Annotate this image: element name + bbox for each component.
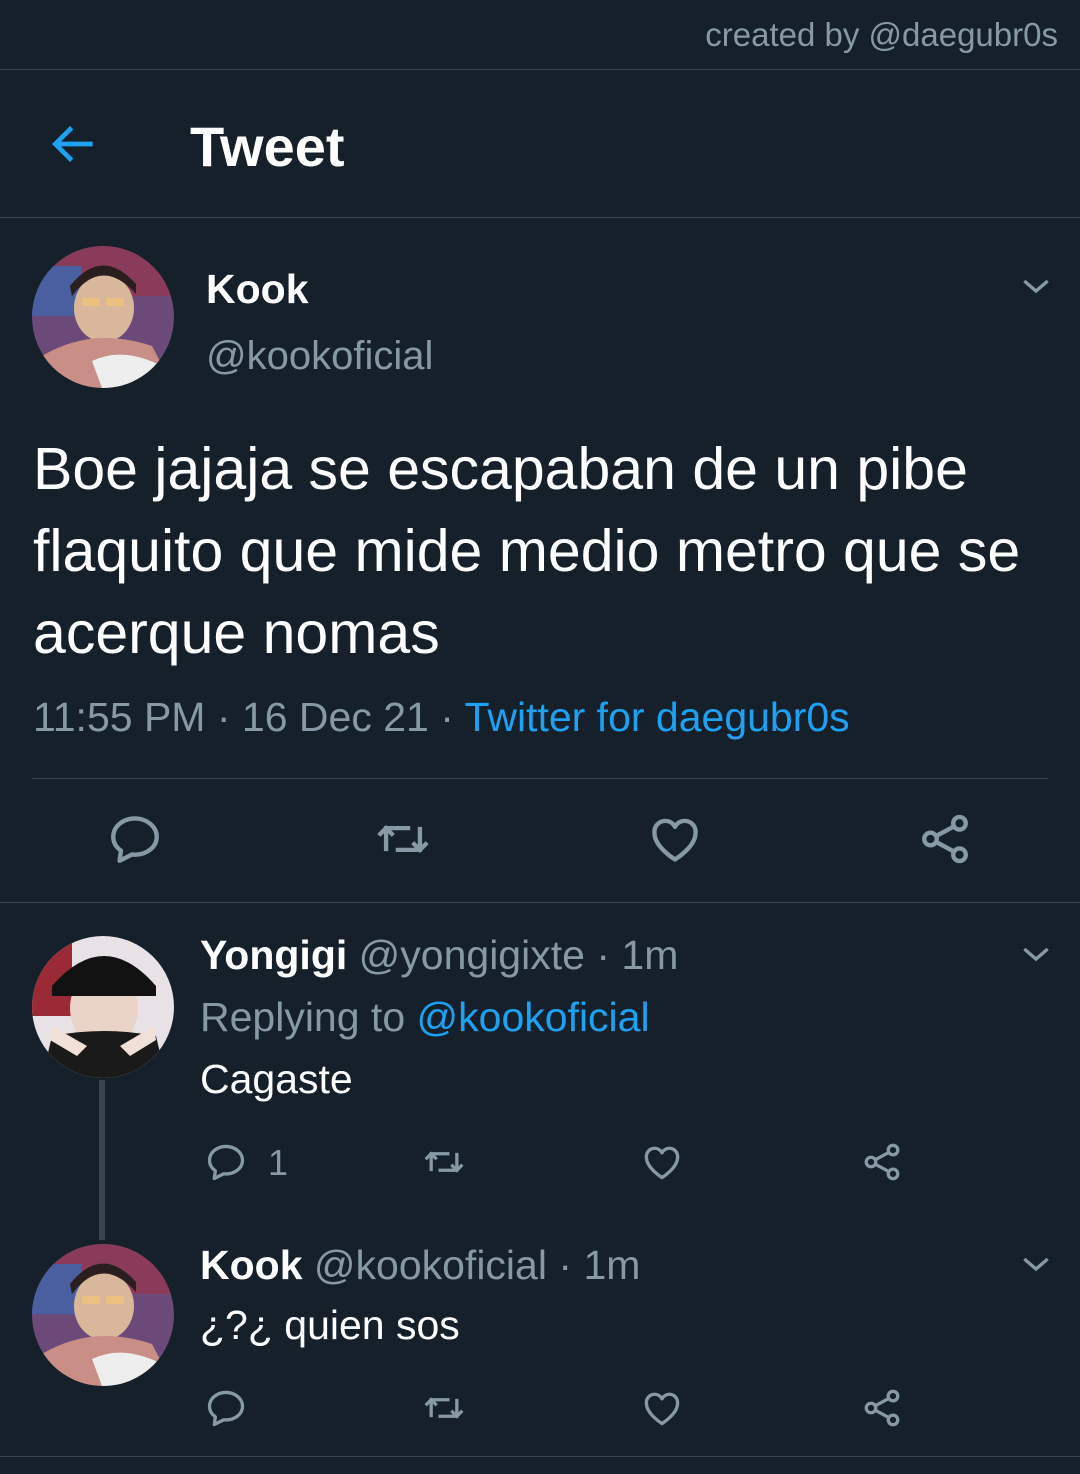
avatar-photo: [32, 246, 174, 388]
replying-prefix: Replying to: [200, 994, 406, 1040]
tweet-source-link[interactable]: Twitter for daegubr0s: [465, 694, 850, 740]
tweet-meta: 11:55 PM · 16 Dec 21 · Twitter for daegu…: [33, 694, 850, 741]
meta-separator: ·: [440, 694, 454, 740]
tweet-date: 16 Dec 21: [241, 694, 429, 740]
thread-line: [99, 1080, 105, 1240]
credit-bar: created by @daegubr0s: [0, 0, 1080, 70]
divider: [32, 778, 1048, 779]
retweet-icon[interactable]: [420, 1386, 468, 1430]
replying-to: Replying to @kookoficial: [200, 994, 650, 1041]
reply-text: Cagaste: [200, 1056, 353, 1102]
meta-separator: ·: [558, 1242, 573, 1288]
reply-time: 1m: [583, 1242, 641, 1288]
chevron-down-icon[interactable]: [1016, 266, 1056, 306]
avatar-photo: [32, 1244, 174, 1386]
divider: [0, 1456, 1080, 1457]
reply-icon[interactable]: [204, 1386, 248, 1430]
credit-text: created by @daegubr0s: [705, 16, 1058, 53]
tweet-text: Boe jajaja se escapaban de un pibe flaqu…: [33, 436, 1021, 666]
avatar[interactable]: [32, 1244, 174, 1386]
retweet-icon[interactable]: [372, 810, 434, 868]
reply-time: 1m: [621, 932, 679, 978]
reply-icon[interactable]: [204, 1140, 248, 1184]
avatar[interactable]: [32, 246, 174, 388]
author-handle[interactable]: @kookoficial: [206, 334, 433, 379]
page-title: Tweet: [190, 115, 345, 178]
reply-header: Yongigi @yongigixte · 1m: [200, 932, 678, 979]
chevron-down-icon[interactable]: [1016, 934, 1056, 974]
reply-author-name[interactable]: Kook: [200, 1242, 303, 1288]
reply-icon[interactable]: [106, 810, 164, 868]
share-icon[interactable]: [860, 1140, 904, 1184]
back-arrow-icon[interactable]: [46, 116, 102, 172]
like-icon[interactable]: [640, 1140, 684, 1184]
reply-author-name[interactable]: Yongigi: [200, 932, 347, 978]
reply-text: ¿?¿ quien sos: [200, 1302, 460, 1348]
meta-separator: ·: [596, 932, 610, 978]
like-icon[interactable]: [640, 1386, 684, 1430]
meta-separator: ·: [216, 694, 231, 740]
retweet-icon[interactable]: [420, 1140, 468, 1184]
replying-to-link[interactable]: @kookoficial: [417, 994, 650, 1040]
top-bar: Tweet: [0, 70, 1080, 218]
reply-author-handle[interactable]: @yongigixte: [359, 932, 585, 978]
avatar-photo: [32, 936, 174, 1078]
divider: [0, 902, 1080, 903]
share-icon[interactable]: [860, 1386, 904, 1430]
chevron-down-icon[interactable]: [1016, 1244, 1056, 1284]
avatar[interactable]: [32, 936, 174, 1078]
reply-header: Kook @kookoficial · 1m: [200, 1242, 640, 1289]
reply-author-handle[interactable]: @kookoficial: [314, 1242, 547, 1288]
author-name[interactable]: Kook: [206, 266, 309, 313]
like-icon[interactable]: [646, 810, 704, 868]
tweet-time: 11:55 PM: [33, 694, 206, 740]
share-icon[interactable]: [916, 810, 974, 868]
reply-count: 1: [268, 1142, 289, 1183]
